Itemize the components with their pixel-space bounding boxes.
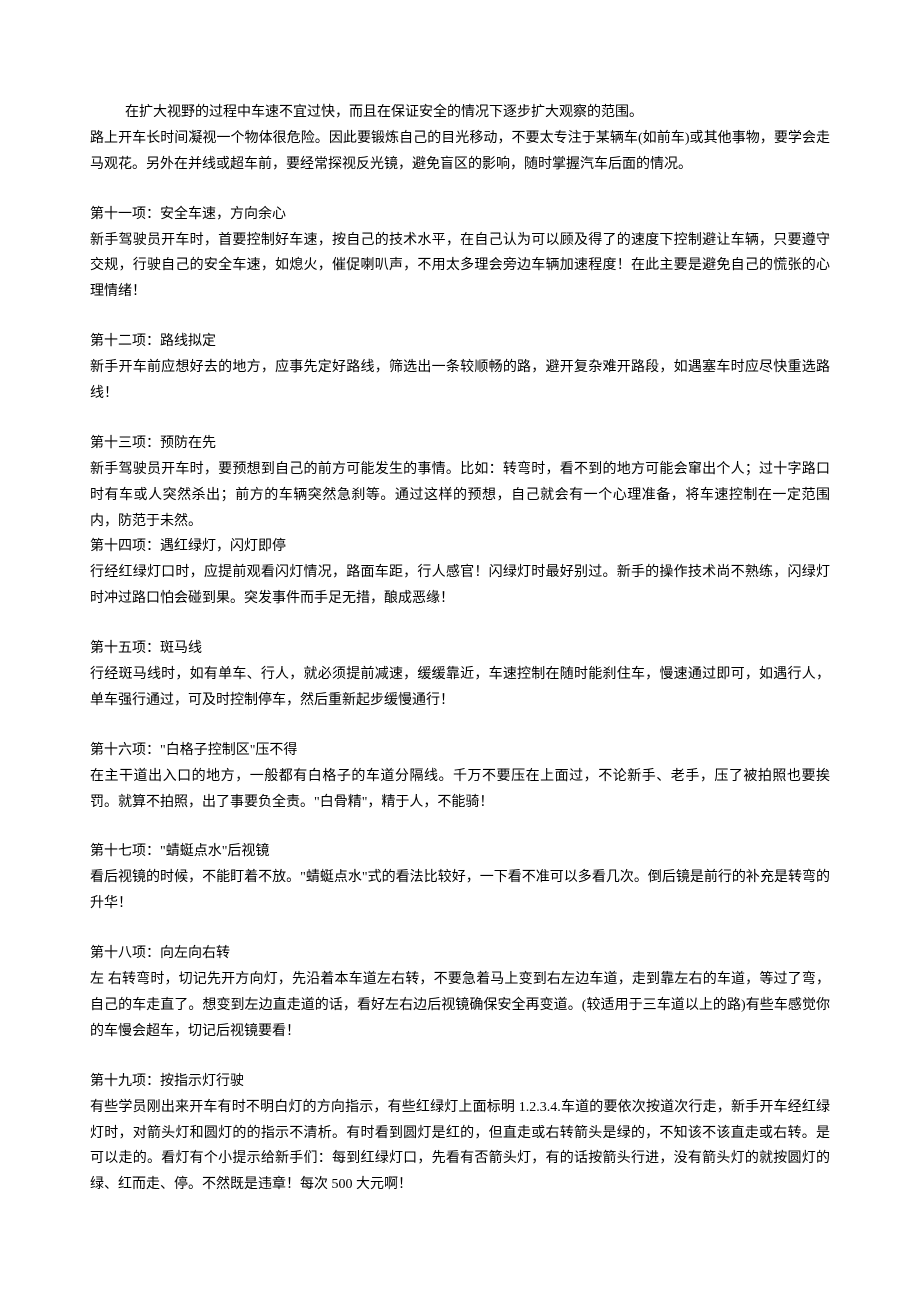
section-title-14: 第十四项：遇红绿灯，闪灯即停 bbox=[90, 534, 830, 560]
section-body: 左 右转弯时，切记先开方向灯，先沿着本车道左右转，不要急着马上变到右左边车道，走… bbox=[90, 967, 830, 1045]
section-body: 行经斑马线时，如有单车、行人，就必须提前减速，缓缓靠近，车速控制在随时能刹住车，… bbox=[90, 662, 830, 714]
section-body: 有些学员刚出来开车有时不明白灯的方向指示，有些红绿灯上面标明 1.2.3.4.车… bbox=[90, 1095, 830, 1199]
section-title: 第十二项：路线拟定 bbox=[90, 329, 830, 355]
section-body: 看后视镜的时候，不能盯着不放。"蜻蜓点水"式的看法比较好，一下看不准可以多看几次… bbox=[90, 865, 830, 917]
intro-line-2: 路上开车长时间凝视一个物体很危险。因此要锻炼自己的目光移动，不要太专注于某辆车(… bbox=[90, 126, 830, 178]
section-body: 新手驾驶员开车时，要预想到自己的前方可能发生的事情。比如：转弯时，看不到的地方可… bbox=[90, 457, 830, 535]
section-body: 新手开车前应想好去的地方，应事先定好路线，筛选出一条较顺畅的路，避开复杂难开路段… bbox=[90, 355, 830, 407]
section-18: 第十八项：向左向右转 左 右转弯时，切记先开方向灯，先沿着本车道左右转，不要急着… bbox=[90, 941, 830, 1045]
section-body: 新手驾驶员开车时，首要控制好车速，按自己的技术水平，在自己认为可以顾及得了的速度… bbox=[90, 228, 830, 306]
section-body: 在主干道出入口的地方，一般都有白格子的车道分隔线。千万不要压在上面过，不论新手、… bbox=[90, 764, 830, 816]
section-title: 第十五项：斑马线 bbox=[90, 636, 830, 662]
section-17: 第十七项："蜻蜓点水"后视镜 看后视镜的时候，不能盯着不放。"蜻蜓点水"式的看法… bbox=[90, 839, 830, 917]
section-13-14: 第十三项：预防在先 新手驾驶员开车时，要预想到自己的前方可能发生的事情。比如：转… bbox=[90, 431, 830, 612]
section-body-14: 行经红绿灯口时，应提前观看闪灯情况，路面车距，行人感官！闪绿灯时最好别过。新手的… bbox=[90, 560, 830, 612]
intro-line-1: 在扩大视野的过程中车速不宜过快，而且在保证安全的情况下逐步扩大观察的范围。 bbox=[90, 100, 830, 126]
section-12: 第十二项：路线拟定 新手开车前应想好去的地方，应事先定好路线，筛选出一条较顺畅的… bbox=[90, 329, 830, 407]
section-title: 第十六项："白格子控制区"压不得 bbox=[90, 738, 830, 764]
section-19: 第十九项：按指示灯行驶 有些学员刚出来开车有时不明白灯的方向指示，有些红绿灯上面… bbox=[90, 1069, 830, 1198]
section-15: 第十五项：斑马线 行经斑马线时，如有单车、行人，就必须提前减速，缓缓靠近，车速控… bbox=[90, 636, 830, 714]
section-title: 第十三项：预防在先 bbox=[90, 431, 830, 457]
section-title: 第十一项：安全车速，方向余心 bbox=[90, 202, 830, 228]
section-title: 第十七项："蜻蜓点水"后视镜 bbox=[90, 839, 830, 865]
section-title: 第十九项：按指示灯行驶 bbox=[90, 1069, 830, 1095]
section-11: 第十一项：安全车速，方向余心 新手驾驶员开车时，首要控制好车速，按自己的技术水平… bbox=[90, 202, 830, 306]
section-title: 第十八项：向左向右转 bbox=[90, 941, 830, 967]
section-16: 第十六项："白格子控制区"压不得 在主干道出入口的地方，一般都有白格子的车道分隔… bbox=[90, 738, 830, 816]
intro-block: 在扩大视野的过程中车速不宜过快，而且在保证安全的情况下逐步扩大观察的范围。 路上… bbox=[90, 100, 830, 178]
